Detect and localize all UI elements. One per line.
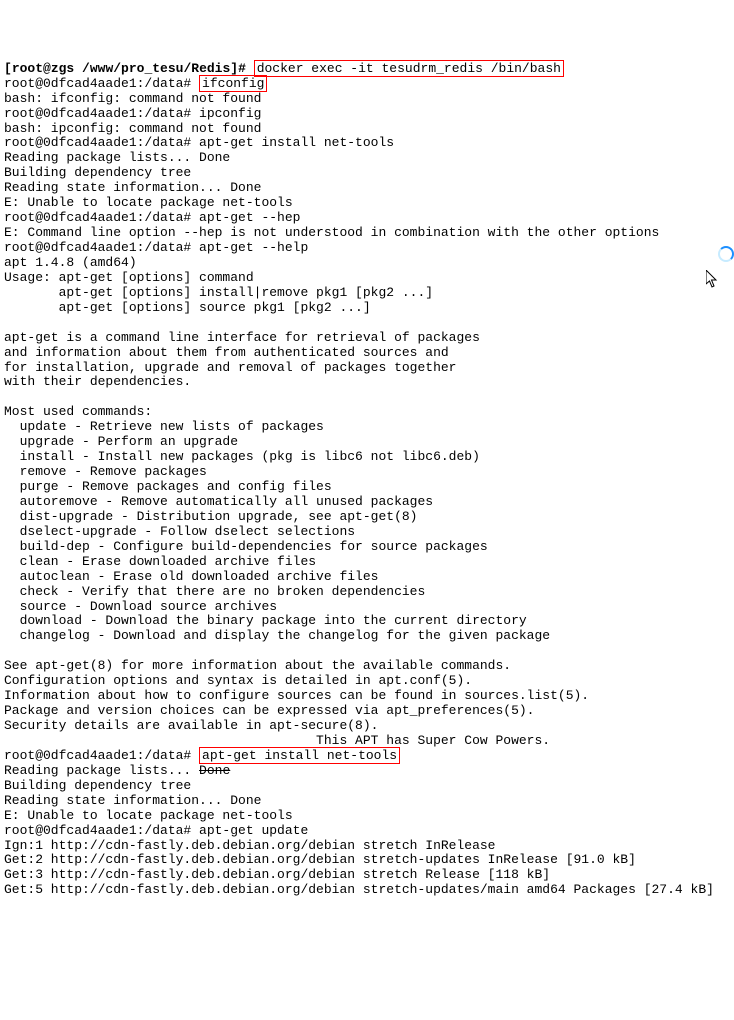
output-line: E: Unable to locate package net-tools xyxy=(4,195,293,210)
output-line: apt-get [options] install|remove pkg1 [p… xyxy=(4,285,433,300)
terminal-output[interactable]: [root@zgs /www/pro_tesu/Redis]# docker e… xyxy=(4,62,730,899)
highlighted-command-apt-install: apt-get install net-tools xyxy=(199,747,400,764)
output-line: Usage: apt-get [options] command xyxy=(4,270,254,285)
output-line: install - Install new packages (pkg is l… xyxy=(4,449,480,464)
output-line: Get:3 http://cdn-fastly.deb.debian.org/d… xyxy=(4,867,550,882)
output-line: with their dependencies. xyxy=(4,374,191,389)
output-line: source - Download source archives xyxy=(4,599,277,614)
prompt-folder: Redis xyxy=(191,61,230,76)
output-line: Building dependency tree xyxy=(4,165,191,180)
prompt-user-host: root@zgs xyxy=(12,61,74,76)
highlighted-command-ifconfig: ifconfig xyxy=(199,75,267,92)
output-line: Reading state information... Done xyxy=(4,793,261,808)
output-line: Information about how to configure sourc… xyxy=(4,688,589,703)
output-line: apt 1.4.8 (amd64) xyxy=(4,255,137,270)
output-line: root@0dfcad4aade1:/data# apt-get update xyxy=(4,823,308,838)
output-line: update - Retrieve new lists of packages xyxy=(4,419,324,434)
output-line: dist-upgrade - Distribution upgrade, see… xyxy=(4,509,417,524)
output-line: root@0dfcad4aade1:/data# ipconfig xyxy=(4,106,261,121)
output-line: Ign:1 http://cdn-fastly.deb.debian.org/d… xyxy=(4,838,495,853)
output-line: upgrade - Perform an upgrade xyxy=(4,434,238,449)
prompt-container: root@0dfcad4aade1:/data# xyxy=(4,76,199,91)
output-line: root@0dfcad4aade1:/data# apt-get install… xyxy=(4,135,394,150)
output-line: Reading state information... Done xyxy=(4,180,261,195)
output-line: root@0dfcad4aade1:/data# apt-get --hep xyxy=(4,210,300,225)
output-line: Get:5 http://cdn-fastly.deb.debian.org/d… xyxy=(4,882,714,897)
output-line: autoremove - Remove automatically all un… xyxy=(4,494,433,509)
output-line: bash: ifconfig: command not found xyxy=(4,91,261,106)
output-line: Building dependency tree xyxy=(4,778,191,793)
output-line: Reading package lists... Done xyxy=(4,150,230,165)
output-line: download - Download the binary package i… xyxy=(4,613,527,628)
prompt-path: /www/pro_tesu/ xyxy=(74,61,191,76)
output-line: Package and version choices can be expre… xyxy=(4,703,535,718)
output-text: Reading package lists... xyxy=(4,763,199,778)
output-line: purge - Remove packages and config files xyxy=(4,479,332,494)
output-line: autoclean - Erase old downloaded archive… xyxy=(4,569,378,584)
output-line: clean - Erase downloaded archive files xyxy=(4,554,316,569)
output-line: for installation, upgrade and removal of… xyxy=(4,360,456,375)
busy-spinner-icon xyxy=(718,246,734,262)
output-line: dselect-upgrade - Follow dselect selecti… xyxy=(4,524,355,539)
output-line: check - Verify that there are no broken … xyxy=(4,584,425,599)
prompt-end: ]# xyxy=(230,61,253,76)
output-line: apt-get is a command line interface for … xyxy=(4,330,480,345)
output-line: build-dep - Configure build-dependencies… xyxy=(4,539,488,554)
prompt-container: root@0dfcad4aade1:/data# xyxy=(4,748,199,763)
output-line: E: Command line option --hep is not unde… xyxy=(4,225,659,240)
output-line: E: Unable to locate package net-tools xyxy=(4,808,293,823)
output-line: root@0dfcad4aade1:/data# apt-get --help xyxy=(4,240,308,255)
output-line: Get:2 http://cdn-fastly.deb.debian.org/d… xyxy=(4,852,636,867)
prompt-bracket: [ xyxy=(4,61,12,76)
output-line: and information about them from authenti… xyxy=(4,345,449,360)
output-line: changelog - Download and display the cha… xyxy=(4,628,550,643)
strikethrough-done: Done xyxy=(199,763,230,778)
output-line: This APT has Super Cow Powers. xyxy=(4,733,550,748)
output-line: See apt-get(8) for more information abou… xyxy=(4,658,511,673)
output-line: remove - Remove packages xyxy=(4,464,207,479)
output-line: apt-get [options] source pkg1 [pkg2 ...] xyxy=(4,300,371,315)
output-line: Most used commands: xyxy=(4,404,152,419)
mouse-cursor-icon xyxy=(706,252,720,294)
highlighted-command-docker: docker exec -it tesudrm_redis /bin/bash xyxy=(254,60,564,77)
output-line: bash: ipconfig: command not found xyxy=(4,121,261,136)
output-line: Configuration options and syntax is deta… xyxy=(4,673,472,688)
